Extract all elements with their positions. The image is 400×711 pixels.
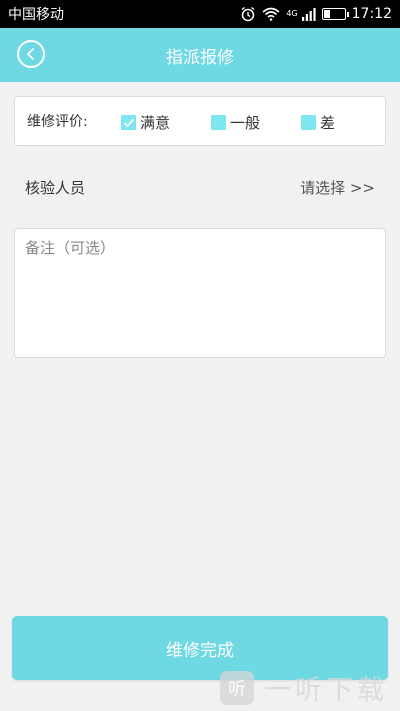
checkbox-average[interactable] xyxy=(211,115,226,130)
carrier-label: 中国移动 xyxy=(8,7,64,23)
rating-label: 维修评价: xyxy=(27,114,88,130)
watermark-logo-icon: 听 xyxy=(220,670,254,705)
chevron-left-icon xyxy=(27,48,34,60)
inspector-selector[interactable]: 核验人员 请选择 >> xyxy=(0,166,400,208)
rating-option-label: 差 xyxy=(320,114,336,132)
nav-bar: 指派报修 xyxy=(0,28,400,82)
rating-option-average[interactable]: 一般 xyxy=(211,112,260,133)
checkmark-icon xyxy=(123,118,134,127)
alarm-icon xyxy=(240,6,256,22)
rating-option-poor[interactable]: 差 xyxy=(301,112,335,133)
battery-icon xyxy=(321,8,349,20)
watermark-text: 一听下载 xyxy=(264,675,388,706)
status-icons: 4G 17:12 xyxy=(240,6,392,22)
remark-input[interactable] xyxy=(14,228,386,358)
wifi-icon xyxy=(262,6,280,22)
inspector-label: 核验人员 xyxy=(25,178,86,197)
back-button[interactable] xyxy=(17,40,45,68)
rating-card: 维修评价: 满意 一般 差 xyxy=(14,96,386,146)
rating-option-satisfied[interactable]: 满意 xyxy=(121,112,170,133)
checkbox-poor[interactable] xyxy=(301,115,316,130)
network-type-label: 4G xyxy=(286,9,298,18)
watermark: 听 一听下载 xyxy=(220,668,388,707)
inspector-value[interactable]: 请选择 >> xyxy=(300,177,375,198)
status-bar: 中国移动 4G 17:12 xyxy=(0,0,400,28)
checkbox-satisfied[interactable] xyxy=(121,115,136,130)
battery-level xyxy=(323,10,330,18)
clock: 17:12 xyxy=(351,6,392,22)
rating-option-label: 一般 xyxy=(230,114,261,132)
rating-option-label: 满意 xyxy=(140,114,171,132)
signal-icon xyxy=(301,6,316,22)
page-title: 指派报修 xyxy=(166,47,234,68)
